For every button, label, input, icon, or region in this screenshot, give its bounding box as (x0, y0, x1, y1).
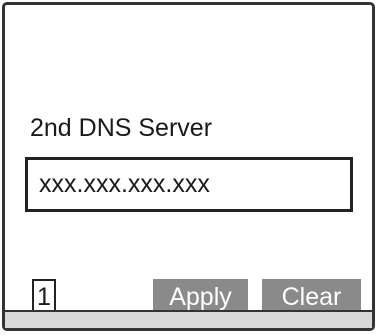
bottom-bar (5, 310, 372, 328)
device-screen: 2nd DNS Server xxx.xxx.xxx.xxx 1 Apply C… (2, 2, 375, 331)
dns-server-label: 2nd DNS Server (30, 114, 213, 142)
dns-server-input[interactable]: xxx.xxx.xxx.xxx (25, 157, 353, 212)
